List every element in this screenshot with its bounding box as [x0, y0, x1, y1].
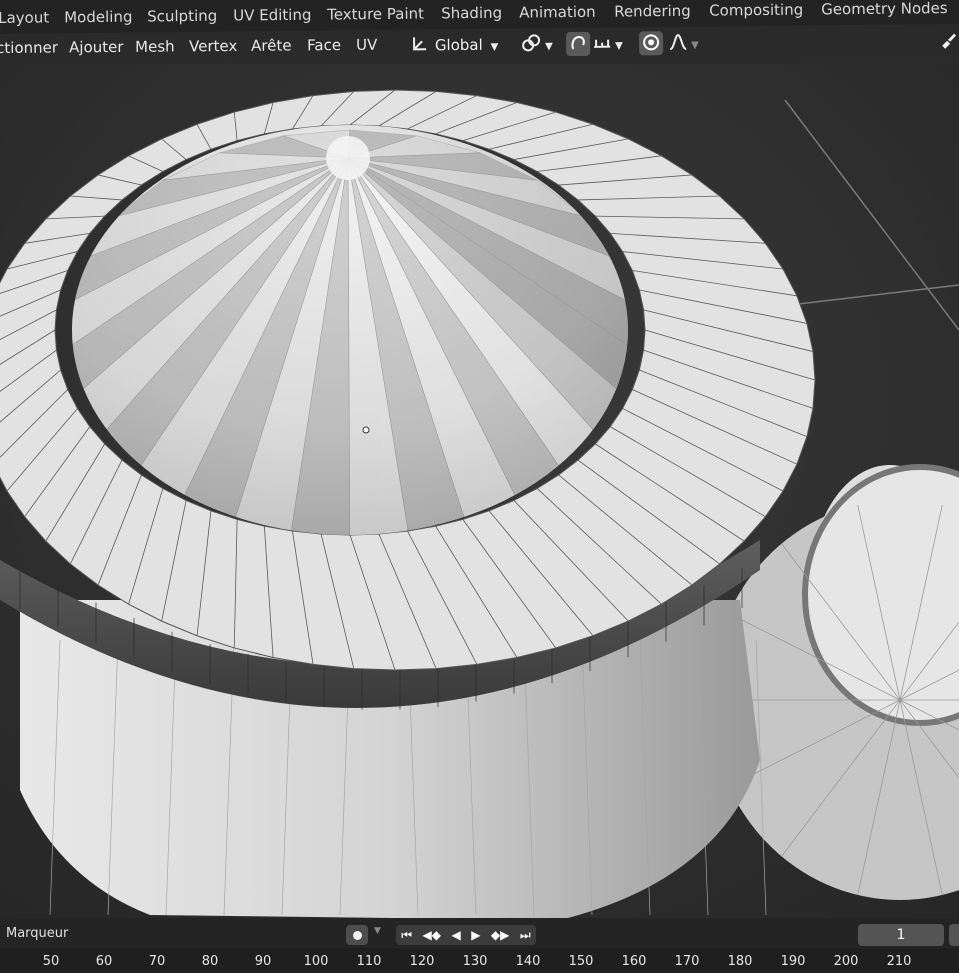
timeline-panel: Marqueur ▼ ⏮ ◀◆ ◀ ▶ ◆▶ ⏭ 1 50 60 70 80 9… [0, 918, 959, 973]
tab-sculpting[interactable]: Sculpting [141, 3, 223, 30]
play-icon[interactable]: ▶ [471, 928, 480, 942]
pivot-point-dropdown[interactable]: ▼ [520, 32, 556, 56]
tab-shading[interactable]: Shading [435, 0, 508, 26]
viewport-canvas[interactable] [0, 64, 959, 920]
tab-texture-paint[interactable]: Texture Paint [321, 0, 430, 27]
snap-link-icon [522, 34, 541, 52]
jump-start-icon[interactable]: ⏮ [401, 928, 412, 943]
record-icon [352, 930, 362, 940]
frame-tick: 140 [515, 954, 541, 969]
frame-field-extra[interactable] [949, 924, 959, 946]
frame-tick: 150 [568, 954, 594, 969]
frame-tick: 120 [409, 954, 435, 969]
frame-tick: 70 [148, 954, 166, 969]
chevron-down-icon[interactable]: ▼ [374, 926, 381, 936]
menu-vertex[interactable]: Vertex [189, 37, 237, 55]
falloff-dropdown[interactable]: ▼ [668, 31, 702, 55]
tab-uv-editing[interactable]: UV Editing [227, 2, 318, 29]
frame-tick: 190 [780, 954, 806, 969]
frame-tick: 60 [95, 954, 113, 969]
transform-orientation-dropdown[interactable]: Global ▼ [410, 33, 505, 58]
tab-modeling[interactable]: Modeling [58, 4, 139, 31]
menu-edge[interactable]: Arête [251, 36, 292, 54]
frame-tick: 210 [886, 954, 912, 969]
play-reverse-icon[interactable]: ◀ [451, 928, 460, 942]
tab-layout[interactable]: Layout [0, 4, 55, 31]
snap-toggle[interactable] [566, 31, 591, 57]
tab-rendering[interactable]: Rendering [608, 0, 697, 25]
auto-keying-button[interactable] [346, 925, 368, 945]
frame-tick: 100 [303, 954, 329, 969]
playback-controls: ⏮ ◀◆ ◀ ▶ ◆▶ ⏭ [396, 925, 536, 945]
chevron-down-icon: ▼ [545, 41, 553, 53]
frame-tick: 110 [356, 954, 382, 969]
next-keyframe-icon[interactable]: ◆▶ [491, 928, 509, 942]
snap-magnet-icon [571, 35, 585, 50]
frame-tick: 80 [201, 954, 219, 969]
frame-tick: 130 [462, 954, 488, 969]
prev-keyframe-icon[interactable]: ◀◆ [423, 928, 441, 942]
transform-orientation-value: Global [434, 35, 483, 55]
transform-pivot-icon [413, 37, 427, 51]
gizmo-toggle[interactable] [938, 29, 959, 53]
brush-icon [942, 33, 957, 49]
marker-menu[interactable]: Marqueur [6, 926, 68, 941]
frame-tick: 160 [621, 954, 647, 969]
timeline-header: Marqueur ▼ ⏮ ◀◆ ◀ ▶ ◆▶ ⏭ 1 [0, 918, 959, 948]
menu-face[interactable]: Face [307, 36, 341, 54]
tab-compositing[interactable]: Compositing [703, 0, 809, 24]
menu-mesh[interactable]: Mesh [135, 37, 175, 55]
falloff-curve-icon [669, 34, 687, 51]
frame-tick: 170 [674, 954, 700, 969]
chevron-down-icon: ▼ [691, 39, 699, 51]
current-frame-field[interactable]: 1 [858, 924, 944, 946]
menu-select[interactable]: ctionner [0, 38, 58, 57]
menu-add[interactable]: Ajouter [69, 38, 124, 56]
menu-uv[interactable]: UV [356, 36, 377, 54]
tab-geometry-nodes[interactable]: Geometry Nodes [815, 0, 954, 22]
3d-viewport[interactable] [0, 64, 959, 920]
snap-target-dropdown[interactable]: ▼ [592, 32, 630, 56]
chevron-down-icon: ▼ [615, 40, 623, 52]
frame-tick: 200 [833, 954, 859, 969]
tab-animation[interactable]: Animation [513, 0, 602, 26]
frame-tick: 50 [42, 954, 60, 969]
chevron-down-icon: ▼ [490, 41, 499, 53]
frame-tick: 180 [727, 954, 753, 969]
frame-tick: 90 [254, 954, 272, 969]
jump-end-icon[interactable]: ⏭ [520, 928, 531, 943]
snap-increment-icon [594, 39, 611, 48]
origin-point [362, 426, 370, 434]
proportional-edit-icon [643, 34, 660, 51]
proportional-edit-toggle[interactable] [639, 31, 664, 56]
